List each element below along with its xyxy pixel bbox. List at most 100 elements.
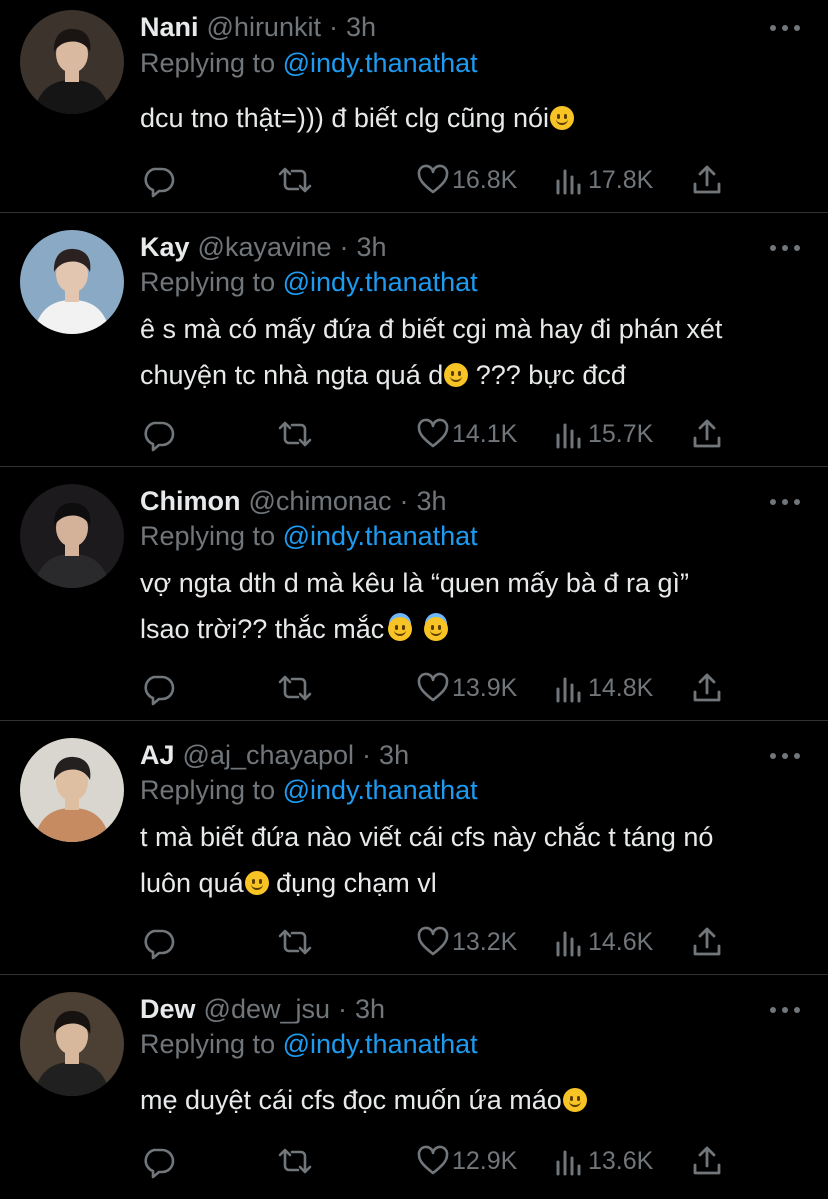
reply-button[interactable] xyxy=(140,670,176,706)
views-button[interactable]: 14.6K xyxy=(554,924,653,960)
mention-link[interactable]: @indy.thanathat xyxy=(283,521,478,551)
display-name[interactable]: Dew xyxy=(140,991,196,1027)
share-button[interactable] xyxy=(690,670,724,706)
share-icon xyxy=(693,673,721,702)
tweet[interactable]: Chimon @chimonac · 3h Replying to @indy.… xyxy=(0,467,828,721)
tweet-text: t mà biết đứa nào viết cái cfs này chắc … xyxy=(140,814,810,906)
more-icon[interactable] xyxy=(770,241,800,255)
timestamp[interactable]: 3h xyxy=(379,737,409,773)
replying-to-label: Replying to xyxy=(140,521,276,551)
replying-to-label: Replying to xyxy=(140,1029,276,1059)
tweet[interactable]: Dew @dew_jsu · 3h Replying to @indy.than… xyxy=(0,975,828,1199)
more-icon[interactable] xyxy=(770,1003,800,1017)
avatar[interactable] xyxy=(20,10,124,114)
views-icon xyxy=(556,931,581,957)
heart-icon xyxy=(417,672,449,702)
views-icon xyxy=(556,423,581,449)
reply-icon xyxy=(144,675,175,706)
avatar[interactable] xyxy=(20,992,124,1096)
tweet[interactable]: Kay @kayavine · 3h Replying to @indy.tha… xyxy=(0,213,828,467)
tweet-text-line: luôn quá xyxy=(140,868,244,898)
like-button[interactable]: 13.9K xyxy=(416,670,517,706)
action-bar: 16.8K 17.8K xyxy=(140,162,740,198)
share-button[interactable] xyxy=(690,162,724,198)
tweet[interactable]: AJ @aj_chayapol · 3h Replying to @indy.t… xyxy=(0,721,828,975)
display-name[interactable]: Kay xyxy=(140,229,190,265)
heart-icon xyxy=(417,164,449,194)
reply-button[interactable] xyxy=(140,416,176,452)
tweet-text-line: lsao trời?? thắc mắc xyxy=(140,614,385,644)
views-button[interactable]: 13.6K xyxy=(554,1143,653,1179)
more-icon[interactable] xyxy=(770,749,800,763)
tweet-text-line: vợ ngta dth d mà kêu là “quen mấy bà đ r… xyxy=(140,568,690,598)
action-bar: 12.9K 13.6K xyxy=(140,1143,740,1179)
views-button[interactable]: 15.7K xyxy=(554,416,653,452)
like-button[interactable]: 16.8K xyxy=(416,162,517,198)
retweet-button[interactable] xyxy=(275,162,315,198)
mention-link[interactable]: @indy.thanathat xyxy=(283,48,478,78)
avatar[interactable] xyxy=(20,230,124,334)
retweet-button[interactable] xyxy=(275,416,315,452)
replying-to-label: Replying to xyxy=(140,775,276,805)
timestamp[interactable]: 3h xyxy=(416,483,446,519)
share-button[interactable] xyxy=(690,924,724,960)
replying-to-label: Replying to xyxy=(140,48,276,78)
avatar-image xyxy=(20,484,124,588)
retweet-button[interactable] xyxy=(275,924,315,960)
user-handle[interactable]: @dew_jsu xyxy=(204,991,330,1027)
display-name[interactable]: AJ xyxy=(140,737,175,773)
tweet-text-line: mẹ duyệt cái cfs đọc muốn ứa máo xyxy=(140,1085,562,1115)
more-icon[interactable] xyxy=(770,21,800,35)
separator-dot: · xyxy=(362,740,372,770)
replying-to: Replying to @indy.thanathat xyxy=(140,518,478,554)
tweet-text-line: ê s mà có mấy đứa đ biết cgi mà hay đi p… xyxy=(140,314,723,344)
mention-link[interactable]: @indy.thanathat xyxy=(283,1029,478,1059)
reply-button[interactable] xyxy=(140,1143,176,1179)
slightly-smiling-emoji-icon xyxy=(244,871,269,895)
like-button[interactable]: 14.1K xyxy=(416,416,517,452)
slightly-smiling-emoji-icon xyxy=(444,363,469,387)
reply-button[interactable] xyxy=(140,162,176,198)
more-icon[interactable] xyxy=(770,495,800,509)
user-handle[interactable]: @hirunkit xyxy=(207,9,321,45)
retweet-icon xyxy=(278,421,312,447)
share-button[interactable] xyxy=(690,416,724,452)
separator-dot: · xyxy=(339,232,349,262)
display-name[interactable]: Chimon xyxy=(140,483,241,519)
avatar-image xyxy=(20,738,124,842)
tweet-text: dcu tno thật=))) đ biết clg cũng nói xyxy=(140,95,810,141)
replying-to: Replying to @indy.thanathat xyxy=(140,264,478,300)
action-bar: 13.2K 14.6K xyxy=(140,924,740,960)
like-button[interactable]: 13.2K xyxy=(416,924,517,960)
reply-button[interactable] xyxy=(140,924,176,960)
views-icon xyxy=(556,1150,581,1176)
share-icon xyxy=(693,419,721,448)
tweet-text-line: chuyện tc nhà ngta quá d xyxy=(140,360,444,390)
share-button[interactable] xyxy=(690,1143,724,1179)
timestamp[interactable]: 3h xyxy=(357,229,387,265)
like-button[interactable]: 12.9K xyxy=(416,1143,517,1179)
like-count: 14.1K xyxy=(452,419,518,448)
avatar[interactable] xyxy=(20,484,124,588)
retweet-button[interactable] xyxy=(275,1143,315,1179)
avatar[interactable] xyxy=(20,738,124,842)
display-name[interactable]: Nani xyxy=(140,9,199,45)
mention-link[interactable]: @indy.thanathat xyxy=(283,775,478,805)
views-button[interactable]: 14.8K xyxy=(554,670,653,706)
user-handle[interactable]: @kayavine xyxy=(198,229,332,265)
like-count: 13.9K xyxy=(452,673,518,702)
reply-icon xyxy=(144,167,175,198)
tweet[interactable]: Nani @hirunkit · 3h Replying to @indy.th… xyxy=(0,0,828,213)
view-count: 14.6K xyxy=(588,927,654,956)
user-handle[interactable]: @chimonac xyxy=(249,483,392,519)
retweet-button[interactable] xyxy=(275,670,315,706)
mention-link[interactable]: @indy.thanathat xyxy=(283,267,478,297)
user-handle[interactable]: @aj_chayapol xyxy=(183,737,355,773)
like-count: 12.9K xyxy=(452,1146,518,1175)
timestamp[interactable]: 3h xyxy=(355,991,385,1027)
timestamp[interactable]: 3h xyxy=(346,9,376,45)
like-count: 13.2K xyxy=(452,927,518,956)
views-button[interactable]: 17.8K xyxy=(554,162,653,198)
slightly-smiling-emoji-icon xyxy=(562,1088,587,1112)
retweet-icon xyxy=(278,1148,312,1174)
